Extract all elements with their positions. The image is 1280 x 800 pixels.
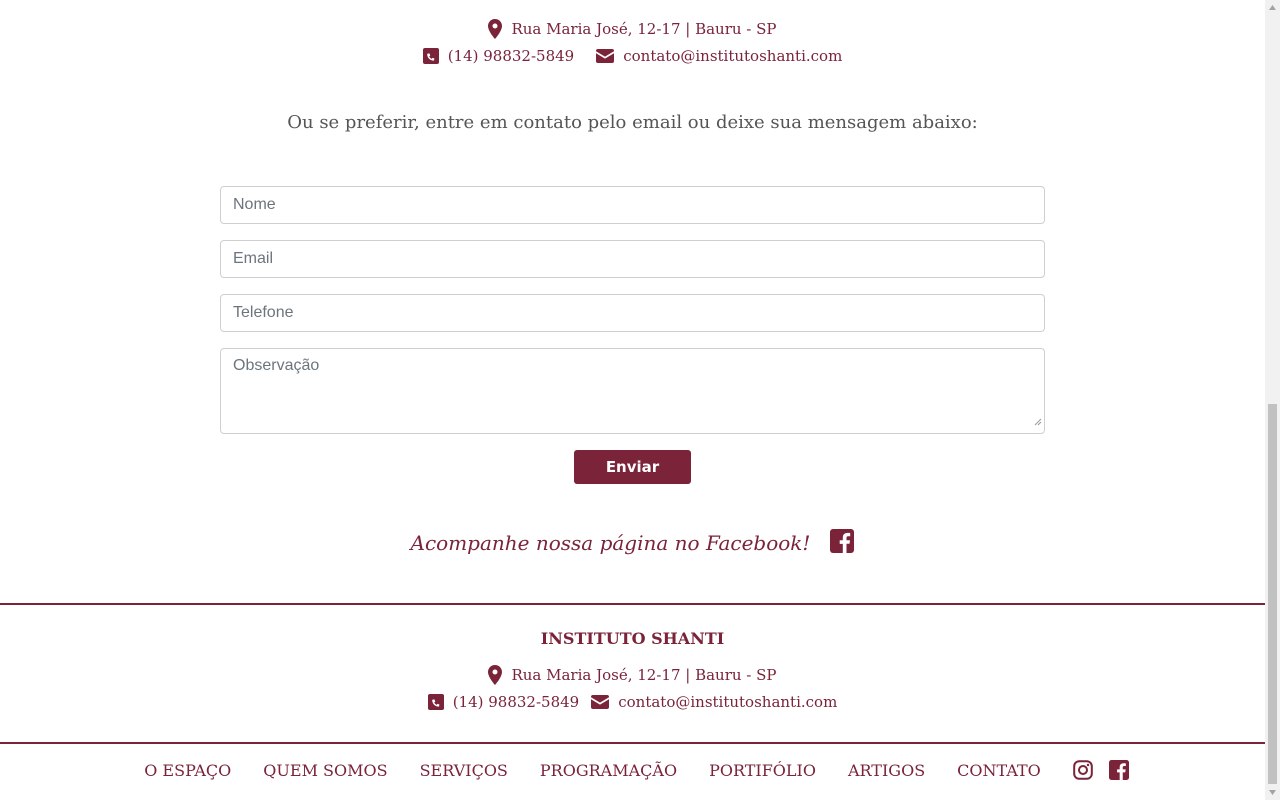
nav-item-portifolio[interactable]: PORTIFÓLIO bbox=[709, 761, 816, 780]
social-links bbox=[1065, 760, 1137, 780]
footer-divider-top bbox=[0, 603, 1265, 605]
footer-address-line: Rua Maria José, 12-17 | Bauru - SP bbox=[0, 665, 1265, 685]
nav-item-artigos[interactable]: ARTIGOS bbox=[848, 761, 925, 780]
email-input[interactable]: Email bbox=[220, 240, 1045, 278]
footer-address: Rua Maria José, 12-17 | Bauru - SP bbox=[511, 666, 777, 684]
nav-item-o-espaco[interactable]: O ESPAÇO bbox=[144, 761, 231, 780]
footer-divider-bottom bbox=[0, 742, 1265, 744]
top-phone[interactable]: (14) 98832-5849 bbox=[448, 47, 575, 65]
vertical-scrollbar[interactable] bbox=[1265, 0, 1280, 800]
notes-textarea[interactable]: Observação bbox=[220, 348, 1045, 434]
phone-input[interactable]: Telefone bbox=[220, 294, 1045, 332]
top-address-line: Rua Maria José, 12-17 | Bauru - SP bbox=[0, 19, 1265, 39]
submit-button[interactable]: Enviar bbox=[574, 450, 691, 484]
phone-square-icon bbox=[427, 694, 444, 710]
contact-intro-text: Ou se preferir, entre em contato pelo em… bbox=[287, 112, 978, 133]
scroll-down-arrow-icon[interactable] bbox=[1265, 785, 1280, 800]
nav-item-programacao[interactable]: PROGRAMAÇÃO bbox=[540, 761, 677, 780]
footer-nav: O ESPAÇO QUEM SOMOS SERVIÇOS PROGRAMAÇÃO… bbox=[0, 760, 1265, 780]
name-input[interactable]: Nome bbox=[220, 186, 1045, 224]
facebook-cta-text[interactable]: Acompanhe nossa página no Facebook! bbox=[411, 531, 811, 555]
top-address: Rua Maria José, 12-17 | Bauru - SP bbox=[511, 20, 777, 38]
facebook-square-icon[interactable] bbox=[830, 529, 855, 557]
scrollbar-thumb[interactable] bbox=[1268, 404, 1277, 784]
envelope-icon bbox=[596, 49, 615, 63]
top-phone-email-line: (14) 98832-5849 contato@institutoshanti.… bbox=[0, 47, 1265, 65]
nav-item-quem-somos[interactable]: QUEM SOMOS bbox=[263, 761, 387, 780]
notes-placeholder: Observação bbox=[233, 357, 320, 374]
instagram-icon[interactable] bbox=[1072, 760, 1093, 780]
envelope-icon bbox=[591, 695, 610, 709]
phone-square-icon bbox=[422, 48, 439, 64]
scroll-up-arrow-icon[interactable] bbox=[1265, 0, 1280, 15]
nav-item-contato[interactable]: CONTATO bbox=[957, 761, 1041, 780]
footer-phone-email-line: (14) 98832-5849 contato@institutoshanti.… bbox=[0, 693, 1265, 711]
map-marker-icon bbox=[488, 665, 503, 685]
resize-handle-icon[interactable] bbox=[1034, 413, 1042, 431]
top-email[interactable]: contato@institutoshanti.com bbox=[623, 47, 842, 65]
nav-item-servicos[interactable]: SERVIÇOS bbox=[420, 761, 508, 780]
contact-page: Rua Maria José, 12-17 | Bauru - SP (14) … bbox=[0, 0, 1265, 800]
map-marker-icon bbox=[488, 19, 503, 39]
facebook-cta: Acompanhe nossa página no Facebook! bbox=[0, 529, 1265, 557]
footer-phone[interactable]: (14) 98832-5849 bbox=[453, 693, 580, 711]
footer-title: INSTITUTO SHANTI bbox=[540, 629, 725, 648]
facebook-square-icon[interactable] bbox=[1108, 760, 1129, 780]
footer-email[interactable]: contato@institutoshanti.com bbox=[618, 693, 837, 711]
